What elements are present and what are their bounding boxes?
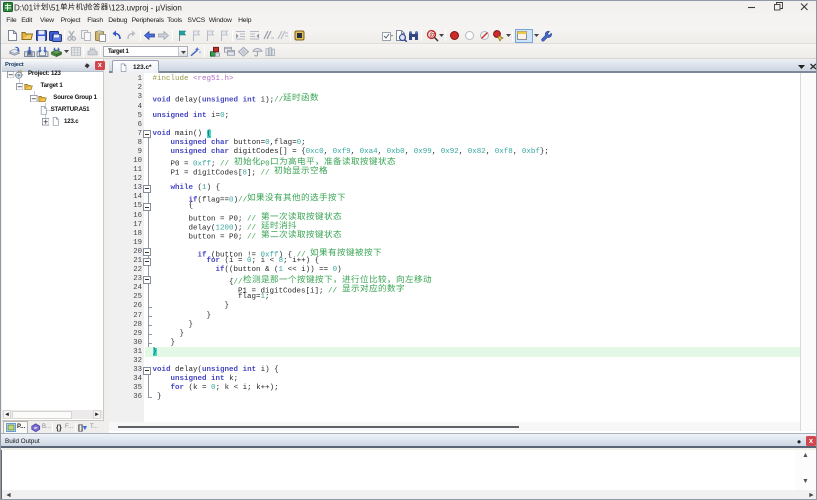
svg-text:@: @: [429, 32, 436, 39]
